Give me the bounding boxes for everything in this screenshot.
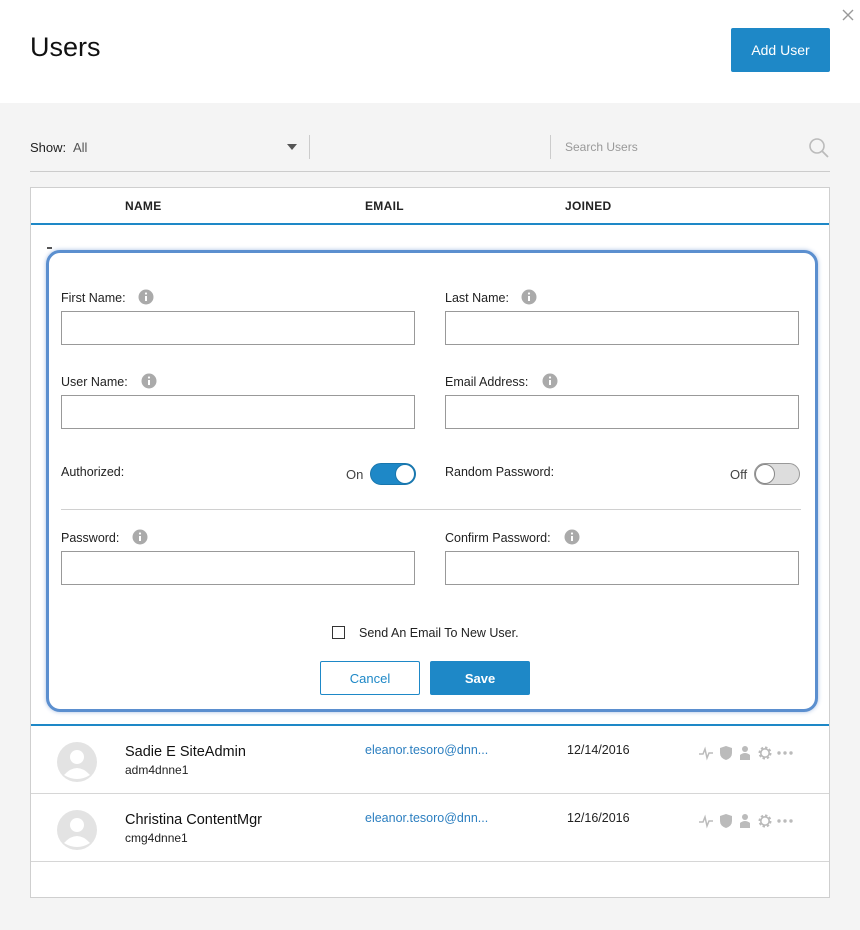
activity-icon[interactable] [698, 745, 714, 761]
show-filter-label: Show: [30, 140, 67, 155]
user-display-name: Christina ContentMgr [125, 812, 262, 828]
add-user-button[interactable]: Add User [731, 28, 830, 72]
divider [309, 135, 310, 159]
password-field[interactable] [61, 551, 415, 585]
info-icon[interactable] [521, 289, 537, 305]
last-name-field[interactable] [445, 311, 799, 345]
info-icon[interactable] [138, 289, 154, 305]
last-name-label: Last Name: [445, 291, 509, 305]
user-joined-date: 12/16/2016 [567, 811, 630, 825]
column-header-name[interactable]: NAME [125, 199, 162, 213]
first-name-label: First Name: [61, 291, 126, 305]
show-filter-dropdown[interactable]: All [73, 140, 87, 155]
email-address-field[interactable] [445, 395, 799, 429]
shield-icon[interactable] [718, 813, 734, 829]
info-icon[interactable] [141, 373, 157, 389]
email-address-label: Email Address: [445, 375, 529, 389]
first-name-field[interactable] [61, 311, 415, 345]
divider [30, 171, 830, 172]
gear-icon[interactable] [757, 813, 773, 829]
chevron-down-icon[interactable] [287, 144, 297, 150]
add-user-form: First Name: Last Name: User Name: Email … [46, 250, 818, 712]
user-email-link[interactable]: eleanor.tesoro@dnn... [365, 743, 488, 757]
user-email-link[interactable]: eleanor.tesoro@dnn... [365, 811, 488, 825]
search-input[interactable] [563, 134, 793, 160]
toggle-knob [755, 464, 775, 484]
header-underline [31, 223, 829, 225]
avatar-icon [57, 810, 97, 850]
user-name-field[interactable] [61, 395, 415, 429]
person-icon[interactable] [737, 813, 753, 829]
user-login: cmg4dnne1 [125, 831, 188, 845]
table-row[interactable]: Sadie E SiteAdmin adm4dnne1 eleanor.teso… [31, 726, 829, 794]
activity-icon[interactable] [698, 813, 714, 829]
info-icon[interactable] [132, 529, 148, 545]
person-icon[interactable] [737, 745, 753, 761]
divider [550, 135, 551, 159]
page-header: Users Add User [0, 0, 860, 103]
gear-icon[interactable] [757, 745, 773, 761]
user-display-name: Sadie E SiteAdmin [125, 744, 246, 760]
random-password-state-label: Off [730, 467, 748, 482]
user-login: adm4dnne1 [125, 763, 189, 777]
divider [61, 509, 801, 510]
user-name-label: User Name: [61, 375, 128, 389]
column-header-email[interactable]: EMAIL [365, 199, 404, 213]
search-icon[interactable] [808, 137, 830, 159]
cancel-button[interactable]: Cancel [320, 661, 420, 695]
hidden-row-fragment [47, 247, 52, 249]
save-button[interactable]: Save [430, 661, 530, 695]
authorized-state-label: On [346, 467, 364, 482]
more-icon[interactable] [777, 813, 793, 829]
send-email-label: Send An Email To New User. [359, 626, 519, 640]
user-joined-date: 12/14/2016 [567, 743, 630, 757]
filter-bar: Show: All [30, 130, 830, 172]
page-title: Users [30, 32, 101, 62]
confirm-password-field[interactable] [445, 551, 799, 585]
avatar-icon [57, 742, 97, 782]
random-password-label: Random Password: [445, 465, 555, 479]
more-icon[interactable] [777, 745, 793, 761]
column-header-joined[interactable]: JOINED [565, 199, 611, 213]
toggle-knob [395, 464, 415, 484]
shield-icon[interactable] [718, 745, 734, 761]
send-email-checkbox[interactable] [332, 626, 345, 639]
info-icon[interactable] [564, 529, 580, 545]
authorized-toggle[interactable] [370, 463, 416, 485]
password-label: Password: [61, 531, 120, 545]
info-icon[interactable] [542, 373, 558, 389]
close-icon[interactable] [840, 7, 856, 23]
authorized-label: Authorized: [61, 465, 125, 479]
table-row[interactable]: Christina ContentMgr cmg4dnne1 eleanor.t… [31, 794, 829, 862]
random-password-toggle[interactable] [754, 463, 800, 485]
confirm-password-label: Confirm Password: [445, 531, 551, 545]
